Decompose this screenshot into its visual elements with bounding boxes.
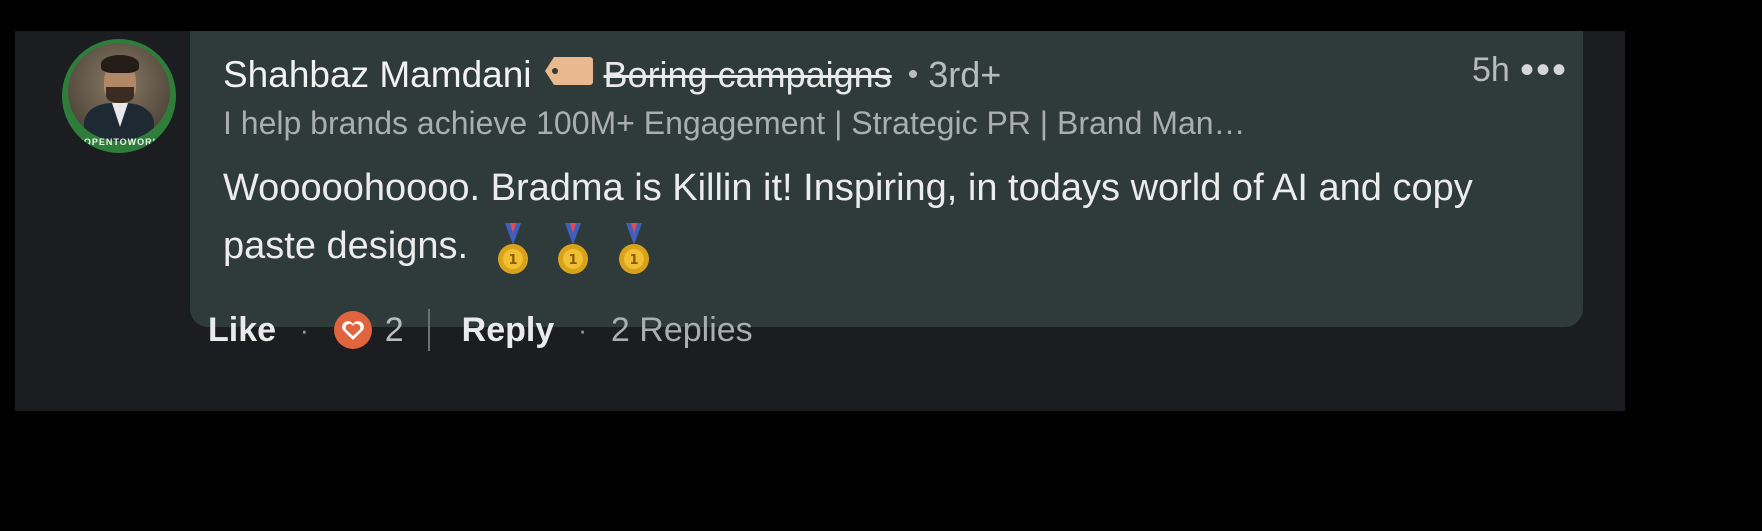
separator-dot: · (578, 314, 587, 345)
author-tag: Boring campaigns (603, 54, 892, 95)
separator-dot: · (300, 314, 309, 345)
reaction-count[interactable]: 2 (385, 311, 404, 350)
svg-text:1: 1 (508, 253, 517, 268)
timestamp: 5h (1472, 51, 1510, 89)
reply-button[interactable]: Reply (462, 311, 555, 350)
author-headline: I help brands achieve 100M+ Engagement |… (223, 105, 1246, 141)
medal-icon: 1 (618, 223, 649, 275)
divider (427, 309, 430, 351)
author-name[interactable]: Shahbaz Mamdani (223, 54, 532, 96)
separator-dot: • (907, 58, 919, 91)
comment-bubble: Shahbaz Mamdani Boring campaigns • 3rd+ … (190, 31, 1583, 327)
view-replies-link[interactable]: 2 Replies (611, 311, 753, 350)
more-icon[interactable]: ••• (1520, 50, 1568, 90)
comment-text: Wooooohoooo. Bradma is Killin it! Inspir… (223, 167, 1473, 267)
svg-text:1: 1 (629, 253, 638, 268)
open-to-work-badge: #OPENTOWORK (77, 137, 161, 147)
medal-icon: 1 (558, 223, 589, 275)
comment-actions: Like · 2 Reply · 2 Replies (208, 300, 753, 360)
comment-text-block: Wooooohoooo. Bradma is Killin it! Inspir… (223, 159, 1553, 277)
svg-text:1: 1 (569, 253, 578, 268)
heart-reaction-icon[interactable] (333, 310, 373, 350)
avatar[interactable]: #OPENTOWORK (62, 39, 176, 153)
medal-emojis: 1 1 1 (493, 218, 664, 277)
tag-icon (544, 57, 593, 85)
connection-degree: 3rd+ (928, 54, 1002, 95)
medal-icon: 1 (497, 223, 528, 275)
author-row: Shahbaz Mamdani Boring campaigns • 3rd+ (223, 51, 1001, 99)
like-button[interactable]: Like (208, 311, 276, 350)
